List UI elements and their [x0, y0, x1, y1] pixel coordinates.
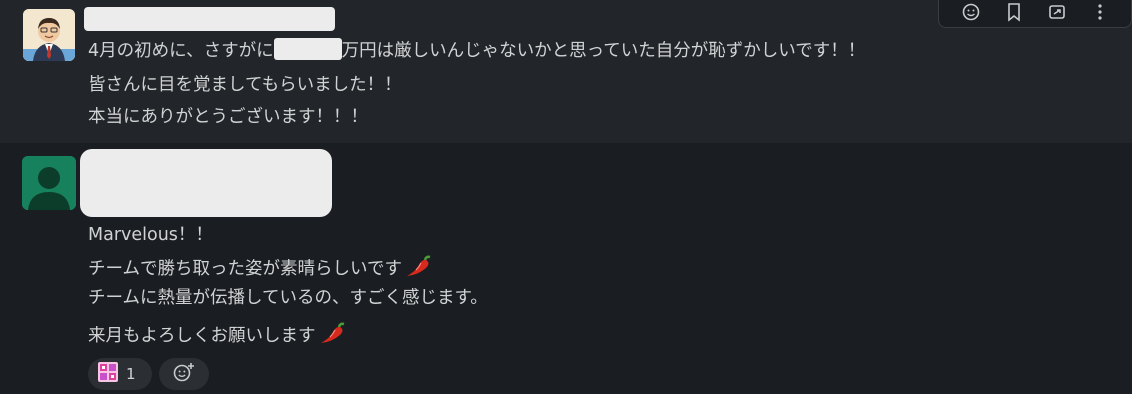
redacted-username[interactable]: [84, 7, 335, 31]
redacted-amount: [273, 38, 342, 60]
reaction-pill[interactable]: 1: [88, 358, 152, 390]
chili-pepper-icon: [404, 254, 434, 285]
reaction-count: 1: [126, 365, 136, 383]
more-icon[interactable]: [1086, 0, 1114, 25]
chili-pepper-icon: [318, 321, 348, 352]
redacted-username[interactable]: [80, 149, 332, 217]
message-line: 皆さんに目を覚ましてもらいました！！: [88, 75, 402, 95]
default-avatar[interactable]: [22, 156, 76, 210]
congrats-emoji-icon: [98, 362, 118, 386]
add-reaction-icon: [172, 361, 196, 387]
message-line: チームで勝ち取った姿が素晴らしいです: [88, 254, 434, 285]
bookmark-icon[interactable]: [1000, 0, 1028, 25]
message-line: Marvelous！！: [88, 225, 213, 245]
add-reaction-button[interactable]: [159, 358, 209, 390]
user-avatar[interactable]: [23, 9, 75, 61]
message-line: チームに熱量が伝播しているの、すごく感じます。: [88, 288, 488, 308]
emoji-icon[interactable]: [957, 0, 985, 25]
message-row-1[interactable]: 4月の初めに、さすがに 万円は厳しいんじゃないかと思っていた自分が恥ずかしいです！…: [0, 0, 1132, 143]
message-line: 4月の初めに、さすがに 万円は厳しいんじゃないかと思っていた自分が恥ずかしいです！…: [88, 38, 865, 63]
message-line: 本当にありがとうございます！！！: [88, 107, 368, 127]
message-actions-toolbar: [938, 0, 1132, 28]
share-icon[interactable]: [1043, 0, 1071, 25]
message-line: 来月もよろしくお願いします: [88, 321, 348, 352]
